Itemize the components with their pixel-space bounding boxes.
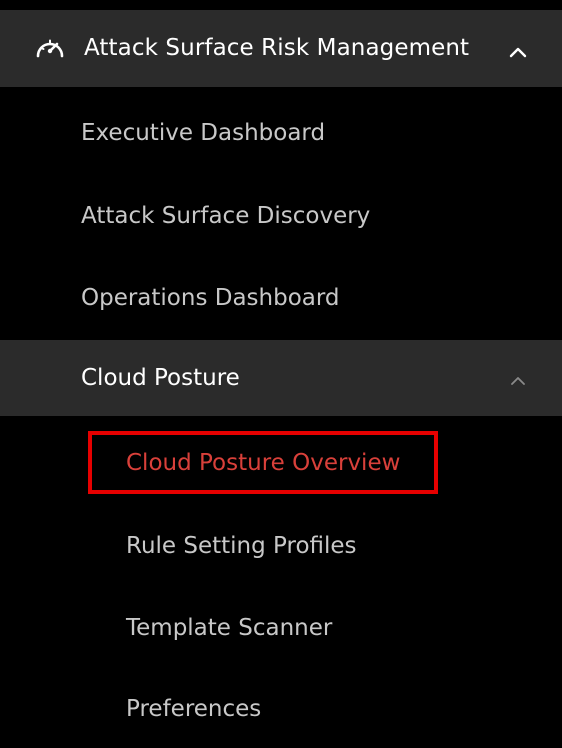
top-spacer [0, 0, 562, 10]
sub-item-cloud-posture-overview[interactable]: Cloud Posture Overview [0, 422, 562, 504]
sub-item-template-scanner[interactable]: Template Scanner [0, 587, 562, 669]
subsection-header-cloud-posture[interactable]: Cloud Posture [0, 340, 562, 416]
section-title: Attack Surface Risk Management [84, 35, 470, 61]
sub-item-label: Preferences [126, 696, 262, 722]
nav-item-executive-dashboard[interactable]: Executive Dashboard [0, 92, 562, 174]
nav-item-label: Executive Dashboard [81, 120, 326, 146]
sub-item-label: Rule Setting Profiles [126, 533, 357, 559]
nav-item-label: Operations Dashboard [81, 285, 340, 311]
nav-item-attack-surface-discovery[interactable]: Attack Surface Discovery [0, 175, 562, 257]
subsection-title: Cloud Posture [81, 365, 240, 391]
sub-item-label: Cloud Posture Overview [126, 450, 401, 476]
section-header-attack-surface-risk-management[interactable]: Attack Surface Risk Management [0, 10, 562, 87]
sub-item-label: Template Scanner [126, 615, 333, 641]
nav-item-operations-dashboard[interactable]: Operations Dashboard [0, 257, 562, 339]
chevron-up-icon[interactable] [509, 43, 527, 58]
sidebar-nav: Attack Surface Risk Management Executive… [0, 0, 562, 748]
speedometer-icon [34, 35, 66, 61]
sub-item-rule-setting-profiles[interactable]: Rule Setting Profiles [0, 505, 562, 587]
sub-item-preferences[interactable]: Preferences [0, 668, 562, 748]
nav-item-label: Attack Surface Discovery [81, 203, 371, 229]
chevron-up-icon[interactable] [509, 372, 527, 385]
